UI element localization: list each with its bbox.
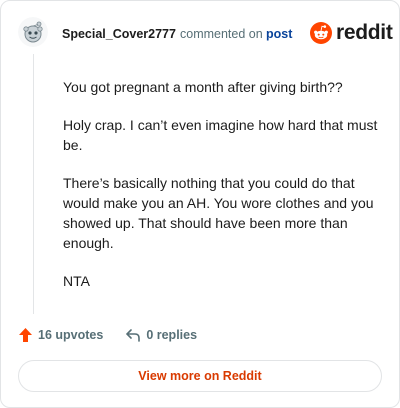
comment-paragraph: Holy crap. I can’t even imagine how hard… <box>63 117 378 153</box>
reddit-wordmark: reddit <box>336 21 393 44</box>
avatar[interactable] <box>18 17 48 47</box>
comment-paragraph: There’s basically nothing that you could… <box>63 175 374 251</box>
post-link[interactable]: post <box>266 27 292 41</box>
comment-paragraph: You got pregnant a month after giving bi… <box>63 79 343 95</box>
upvote-button[interactable]: 16 upvotes <box>18 327 103 343</box>
commented-on-label: commented on <box>180 27 263 41</box>
username[interactable]: Special_Cover2777 <box>62 27 176 41</box>
reddit-logo-icon <box>310 22 332 44</box>
comment-body: You got pregnant a month after giving bi… <box>63 77 381 309</box>
upvote-arrow-icon <box>19 328 32 342</box>
thread-line <box>33 54 34 314</box>
replies-button[interactable]: 0 replies <box>125 328 197 342</box>
reddit-logo[interactable]: reddit <box>310 21 393 45</box>
comment-paragraph: NTA <box>63 273 90 289</box>
upvote-count: 16 upvotes <box>38 328 104 342</box>
comment-actions: 16 upvotes 0 replies <box>18 327 197 343</box>
reply-count: 0 replies <box>146 328 198 342</box>
reply-arrow-icon <box>126 329 141 342</box>
snoo-avatar-icon <box>18 17 48 47</box>
embedded-comment-card: Special_Cover2777 commented on post redd… <box>0 0 400 408</box>
view-more-button[interactable]: View more on Reddit <box>18 360 382 392</box>
